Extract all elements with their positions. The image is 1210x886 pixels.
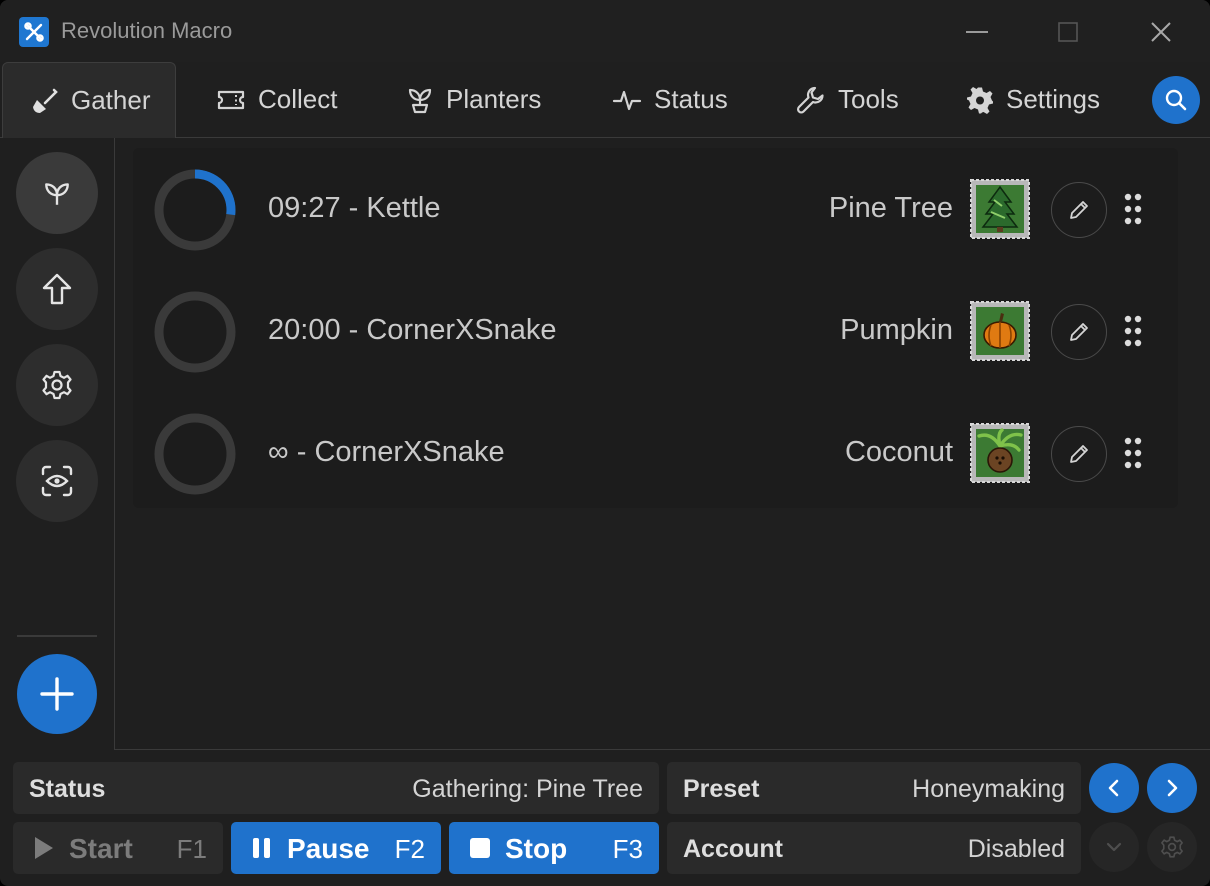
account-panel[interactable]: Account Disabled: [667, 822, 1081, 874]
list-item[interactable]: ∞ - CornerXSnake Coconut: [133, 392, 1178, 514]
window-title: Revolution Macro: [61, 18, 233, 43]
arrow-up-icon: [42, 273, 72, 305]
sidebar-item-gather[interactable]: [16, 152, 98, 234]
edit-button[interactable]: [1051, 426, 1107, 482]
edit-button[interactable]: [1051, 182, 1107, 238]
chevron-down-icon: [1106, 842, 1122, 852]
account-dropdown-button[interactable]: [1089, 822, 1139, 872]
plus-icon: [40, 677, 74, 711]
progress-ring: [154, 413, 236, 495]
search-button[interactable]: [1152, 76, 1200, 124]
gather-item-label: ∞ - CornerXSnake: [268, 436, 505, 468]
stop-hotkey: F3: [612, 834, 643, 864]
gear-icon: [42, 370, 72, 400]
pause-hotkey: F2: [394, 834, 425, 864]
pencil-icon: [1070, 323, 1088, 341]
progress-ring: [154, 291, 236, 373]
list-item[interactable]: 20:00 - CornerXSnake Pumpkin: [133, 270, 1178, 392]
tab-label: Gather: [71, 85, 151, 115]
preset-label: Preset: [683, 775, 760, 803]
maximize-button[interactable]: [1045, 12, 1091, 52]
sidebar-item-vision[interactable]: [16, 440, 98, 522]
pause-button[interactable]: Pause F2: [231, 822, 441, 874]
status-panel: Status Gathering: Pine Tree: [13, 762, 659, 814]
start-label: Start: [69, 833, 133, 864]
tab-label: Settings: [1006, 84, 1100, 114]
gather-item-label: 09:27 - Kettle: [268, 192, 441, 224]
preset-prev-button[interactable]: [1089, 763, 1139, 813]
list-item[interactable]: 09:27 - Kettle Pine Tree: [133, 148, 1178, 270]
tab-bar: Gather Collect Planters Status Tools Set…: [0, 62, 1210, 138]
sidebar-item-upload[interactable]: [16, 248, 98, 330]
preset-panel[interactable]: Preset Honeymaking: [667, 762, 1081, 814]
status-value: Gathering: Pine Tree: [412, 775, 643, 803]
sidebar-divider: [17, 635, 97, 637]
edit-button[interactable]: [1051, 304, 1107, 360]
field-name: Pumpkin: [840, 314, 953, 346]
progress-ring: [154, 169, 236, 251]
ticket-icon: [217, 90, 245, 109]
chevron-left-icon: [1108, 779, 1119, 797]
account-label: Account: [683, 835, 783, 863]
drag-handle-icon[interactable]: [1123, 192, 1143, 226]
close-icon: [1151, 22, 1171, 42]
wrench-icon: [796, 86, 824, 114]
tab-label: Status: [654, 84, 728, 114]
pencil-icon: [1070, 201, 1088, 219]
maximize-icon: [1058, 22, 1078, 42]
gear-icon: [967, 86, 993, 114]
shovel-icon: [33, 88, 58, 113]
pause-label: Pause: [287, 833, 370, 864]
content-divider: [115, 749, 1210, 750]
chevron-right-icon: [1167, 779, 1178, 797]
tab-label: Tools: [838, 84, 899, 114]
coconut-icon: [970, 423, 1030, 483]
sprout-icon: [408, 88, 432, 113]
play-icon: [35, 837, 53, 859]
status-label: Status: [29, 775, 106, 803]
pumpkin-icon: [970, 301, 1030, 361]
gear-icon: [1161, 836, 1183, 858]
pine-tree-icon: [970, 179, 1030, 239]
minimize-button[interactable]: [954, 12, 1000, 52]
tab-collect[interactable]: Collect: [216, 62, 337, 137]
sprout-icon: [45, 183, 69, 205]
tab-label: Planters: [446, 84, 542, 114]
field-name: Pine Tree: [828, 192, 953, 224]
account-value: Disabled: [967, 835, 1065, 863]
tab-planters[interactable]: Planters: [406, 62, 541, 137]
close-button[interactable]: [1138, 12, 1184, 52]
pause-icon: [253, 838, 270, 858]
eye-scan-icon: [41, 465, 73, 497]
pencil-icon: [1070, 445, 1088, 463]
drag-handle-icon[interactable]: [1123, 436, 1143, 470]
minimize-icon: [966, 31, 988, 33]
start-hotkey: F1: [176, 834, 207, 864]
sidebar: [0, 138, 115, 750]
gather-item-label: 20:00 - CornerXSnake: [268, 314, 557, 346]
app-logo-icon: [19, 17, 49, 47]
tab-gather[interactable]: Gather: [2, 62, 176, 138]
tab-settings[interactable]: Settings: [966, 62, 1100, 137]
tab-status[interactable]: Status: [612, 62, 728, 137]
title-bar[interactable]: Revolution Macro: [0, 0, 1210, 62]
sidebar-item-settings[interactable]: [16, 344, 98, 426]
tab-label: Collect: [258, 84, 338, 114]
search-icon: [1165, 89, 1187, 111]
stop-icon: [470, 838, 490, 858]
drag-handle-icon[interactable]: [1123, 314, 1143, 348]
account-settings-button[interactable]: [1147, 822, 1197, 872]
add-gather-button[interactable]: [17, 654, 97, 734]
tab-tools[interactable]: Tools: [796, 62, 899, 137]
preset-value: Honeymaking: [912, 775, 1065, 803]
stop-button[interactable]: Stop F3: [449, 822, 659, 874]
field-name: Coconut: [844, 436, 953, 468]
preset-next-button[interactable]: [1147, 763, 1197, 813]
stop-label: Stop: [505, 833, 568, 864]
app-window: Revolution Macro Gather Collect Planters…: [0, 0, 1210, 886]
pulse-icon: [612, 90, 642, 110]
gather-list: 09:27 - Kettle Pine Tree 20:00 - CornerX…: [133, 148, 1178, 508]
start-button[interactable]: Start F1: [13, 822, 223, 874]
